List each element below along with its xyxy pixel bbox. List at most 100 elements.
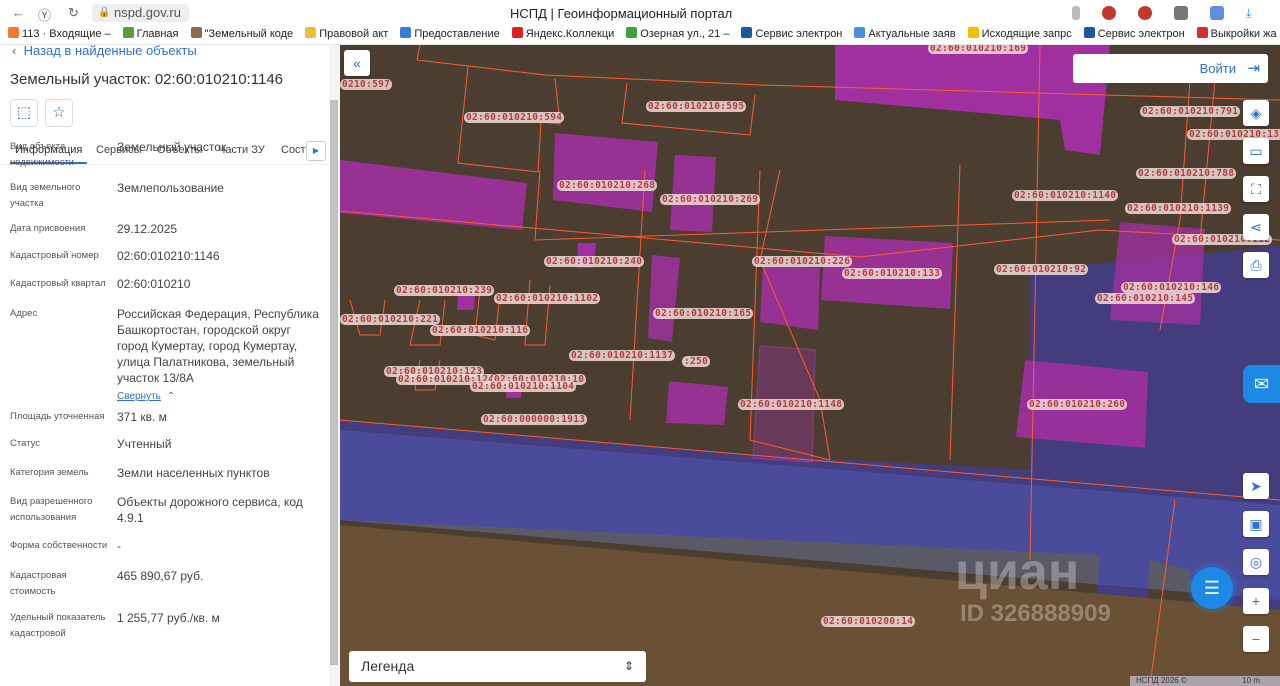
field-label: Кадастровый номер [10,250,99,261]
back-arrow-icon[interactable]: ← [12,5,25,20]
parcel-label[interactable]: 0210:597 [340,79,393,90]
geolocation-button[interactable]: ◎ [1243,549,1269,575]
bookmark-item[interactable]: Предоставление [400,27,500,44]
updown-chevron-icon: ⇕ [623,659,634,673]
bookmark-item[interactable]: Яндекс.Коллекци [511,27,615,44]
field-value: Земельный участок [117,140,227,154]
back-link[interactable]: ‹ Назад в найденные объекты [12,45,197,58]
parcel-label[interactable]: 02:60:010210:133 [842,268,943,279]
measure-button[interactable]: ▭ [1243,138,1269,164]
sidebar-scrollbar[interactable] [329,45,340,686]
parcel-label[interactable]: 02:60:010210:169 [928,45,1029,54]
parcel-label[interactable]: 02:60:010210:260 [1027,399,1128,410]
feedback-side-tab[interactable]: ✉ [1243,365,1280,403]
parcel-label[interactable]: 02:60:010210:268 [557,180,658,191]
bookmark-item[interactable]: Сервис электрон [1083,27,1185,44]
field-label: Форма собственности [10,540,108,551]
login-label: Войти [1199,61,1236,76]
bookmark-label: Яндекс.Коллекци [525,28,615,40]
browser-chrome: ← Ⓨ ↻ 🔒 nspd.gov.ru НСПД | Геоинформацион… [0,0,1280,45]
my-location-button[interactable]: ➤ [1243,473,1269,499]
building-parcel [760,265,820,330]
parcel-label[interactable]: 02:60:010210:221 [340,314,441,325]
parcel-label[interactable]: 02:60:010210:165 [653,308,754,319]
bookmark-item[interactable]: Озерная ул., 21 – [626,27,729,44]
extension-icon[interactable] [1138,6,1152,20]
parcel-label[interactable]: 02:60:010210:791 [1140,106,1241,117]
address-bar[interactable]: 🔒 nspd.gov.ru [92,4,189,22]
bookmark-label: Сервис электрон [1097,28,1185,40]
collapse-panel-button[interactable]: « [344,50,370,76]
bookmark-item[interactable]: Правовой акт [305,27,388,44]
extension-icon[interactable] [1210,6,1224,20]
bookmark-item[interactable]: Актуальные заяв [854,27,956,44]
chat-button[interactable]: ☰ [1191,567,1233,609]
field-value: 371 кв. м [117,410,167,424]
bookmark-favicon-icon [8,27,19,38]
bookmark-item[interactable]: Главная [122,27,179,44]
print-button[interactable]: ⎙ [1243,252,1269,278]
parcel-label[interactable]: 02:60:010210:240 [544,256,645,267]
parcel-label[interactable]: 02:60:010210:269 [660,194,761,205]
parcel-label[interactable]: 02:60:000000:1913 [481,414,588,425]
bookmark-label: "Земельный коде [204,28,294,40]
extension-icon[interactable] [1174,6,1188,20]
navigation-arrow-icon: ➤ [1250,478,1262,494]
parcel-label[interactable]: 02:60:010210:1102 [494,293,601,304]
favorite-button[interactable]: ☆ [45,99,73,127]
bookmark-label: Предоставление [414,28,500,40]
parcel-label[interactable]: 02:60:010210:788 [1136,168,1237,179]
bookmark-label: Актуальные заяв [868,28,956,40]
parcel-label[interactable]: :250 [682,356,711,367]
field-label: Вид разрешенного использования [10,496,93,523]
field-label: Статус [10,438,41,449]
locate-on-map-button[interactable]: ⬚ [10,99,38,127]
bookmark-item[interactable]: 113 · Входящие – [8,27,111,44]
url-text: nspd.gov.ru [114,5,181,20]
legend-dropdown[interactable]: Легенда ⇕ [349,651,646,682]
parcel-label[interactable]: 02:60:010210:239 [394,285,495,296]
parcel-label[interactable]: 02:60:010210:594 [464,112,565,123]
yandex-icon[interactable]: Ⓨ [38,5,51,24]
scrollbar-thumb[interactable] [330,100,338,665]
parcel-label[interactable]: 02:60:010210:595 [646,101,747,112]
minimap-button[interactable]: ▣ [1243,511,1269,537]
chevron-up-icon: ⌃ [166,391,176,402]
bookmark-label: Сервис электрон [755,28,843,40]
parcel-label[interactable]: 02:60:010210:1104 [470,381,577,392]
parcel-label[interactable]: 02:60:010210:145 [1095,293,1196,304]
login-button[interactable]: Войти ⇥ [1073,54,1268,83]
field-label: Категория земель [10,467,89,478]
parcel-label[interactable]: 02:60:010210:1148 [738,399,845,410]
bookmark-item[interactable]: Исходящие запрс [967,27,1072,44]
watermark-id: ID 326888909 [960,600,1111,627]
parcel-label[interactable]: 02:60:010210:1137 [569,350,676,361]
field-value: Объекты дорожного сервиса, код 4.9.1 [117,495,303,525]
parcel-label[interactable]: 02:60:010210:146 [1121,282,1222,293]
select-area-button[interactable]: ⛶ [1243,176,1269,202]
parcel-label[interactable]: 02:60:010210:92 [994,264,1089,275]
parcel-label[interactable]: 02:60:010210:1140 [1012,190,1119,201]
zoom-out-button[interactable]: − [1243,626,1269,652]
parcel-label[interactable]: 02:60:010210:116 [430,325,531,336]
zoom-in-button[interactable]: + [1243,588,1269,614]
parcel-label[interactable]: 02:60:010200:14 [821,616,916,627]
field-value: 02:60:010210:1146 [117,249,220,263]
bookmark-item[interactable]: Сервис электрон [741,27,842,44]
field-value: 465 890,67 руб. [117,569,204,583]
download-icon[interactable]: ⤓ [1246,6,1260,20]
bookmark-item[interactable]: "Земельный коде [190,27,294,44]
chevron-left-icon: ‹ [12,45,24,58]
collapse-link[interactable]: Свернуть ⌃ [117,386,175,404]
bookmark-icon[interactable] [1072,6,1080,20]
field-value: 29.12.2025 [117,222,178,236]
parcel-label[interactable]: 02:60:010210:226 [752,256,853,267]
field-label: Площадь уточненная [10,411,105,422]
map-canvas[interactable]: 02:60:010210:169 0210:597 02:60:010210:5… [340,45,1280,686]
bookmark-item[interactable]: Выкройки жа [1196,27,1277,44]
share-button[interactable]: ⋖ [1243,214,1269,240]
extension-icon[interactable] [1102,6,1116,20]
parcel-label[interactable]: 02:60:010210:1139 [1125,203,1232,214]
layers-button[interactable]: ◈ [1243,100,1269,126]
reload-icon[interactable]: ↻ [68,5,79,21]
